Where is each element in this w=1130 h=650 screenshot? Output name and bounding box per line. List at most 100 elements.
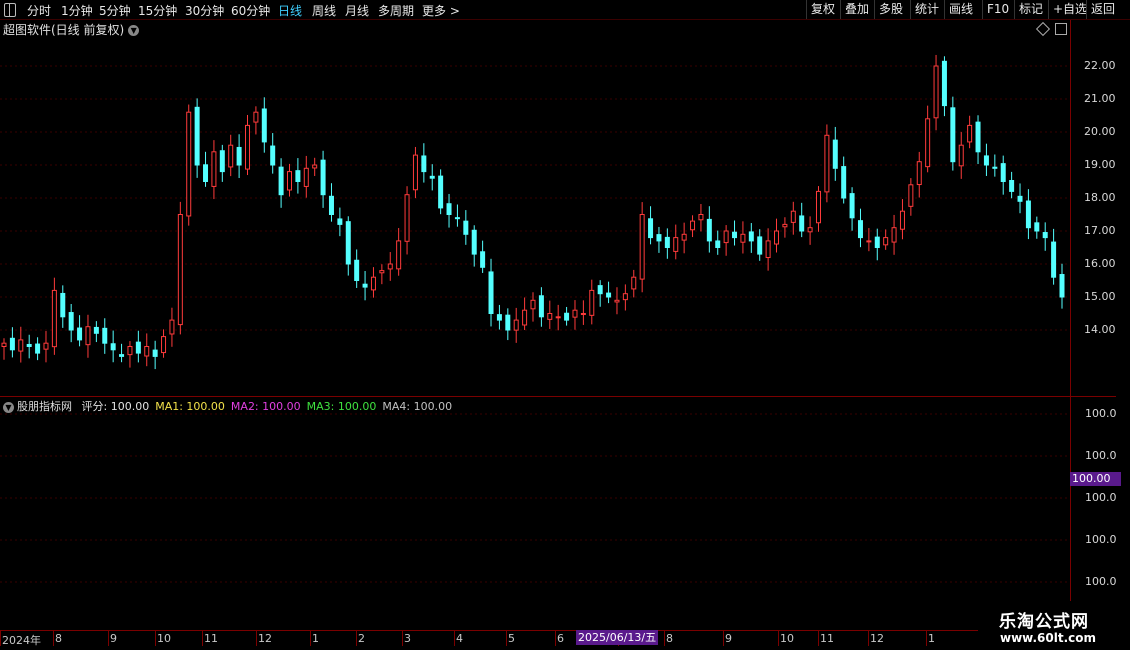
time-tick bbox=[53, 631, 54, 646]
indicator-panel[interactable] bbox=[0, 397, 1070, 630]
candle bbox=[941, 56, 947, 117]
price-tick-label: 18.00 bbox=[1084, 191, 1116, 204]
time-label: 12 bbox=[258, 632, 272, 645]
candle-body bbox=[303, 167, 309, 187]
candle bbox=[883, 229, 889, 250]
tab-30min[interactable]: 30分钟 bbox=[185, 2, 224, 19]
candle bbox=[362, 271, 368, 301]
candle bbox=[572, 300, 578, 330]
rights-adjust-button[interactable]: 复权 bbox=[806, 0, 839, 19]
candle-body bbox=[732, 231, 738, 239]
candle bbox=[983, 143, 989, 176]
time-axis: 2024年891011121234567891011121 bbox=[0, 630, 978, 647]
back-button[interactable]: 返回 bbox=[1086, 0, 1119, 19]
window-toggle-icon[interactable] bbox=[4, 3, 16, 17]
candle-body bbox=[438, 175, 444, 209]
mark-button[interactable]: 标记 bbox=[1014, 0, 1047, 19]
price-tick-label: 22.00 bbox=[1084, 59, 1116, 72]
multi-stock-button[interactable]: 多股 bbox=[874, 0, 907, 19]
candle bbox=[681, 222, 687, 254]
candle bbox=[370, 267, 376, 298]
candle-body bbox=[219, 150, 225, 173]
candle-body bbox=[866, 240, 872, 243]
candle bbox=[925, 105, 931, 173]
candle bbox=[328, 183, 334, 222]
candle-body bbox=[832, 139, 838, 169]
candle bbox=[622, 284, 628, 311]
candle bbox=[228, 134, 234, 177]
candle bbox=[253, 106, 259, 135]
candle-body bbox=[312, 164, 318, 169]
time-label: 11 bbox=[820, 632, 834, 645]
candle bbox=[51, 277, 57, 355]
candle-body bbox=[656, 234, 662, 242]
candle bbox=[278, 158, 284, 208]
candle bbox=[522, 297, 528, 331]
candle bbox=[648, 206, 654, 245]
candle bbox=[513, 307, 519, 343]
draw-line-button[interactable]: 画线 bbox=[944, 0, 977, 19]
f10-button[interactable]: F10 bbox=[982, 0, 1013, 19]
candle-body bbox=[538, 295, 544, 318]
candle bbox=[631, 269, 637, 298]
cursor-date-label: 2025/06/13/五 bbox=[576, 630, 659, 645]
candle-body bbox=[135, 341, 141, 354]
candle-body bbox=[597, 285, 603, 295]
candle bbox=[933, 54, 939, 131]
time-tick bbox=[555, 631, 556, 646]
candle-body bbox=[51, 289, 57, 348]
time-tick bbox=[202, 631, 203, 646]
time-label: 4 bbox=[456, 632, 463, 645]
price-tick-label: 17.00 bbox=[1084, 224, 1116, 237]
tab-60min[interactable]: 60分钟 bbox=[231, 2, 270, 19]
time-label: 10 bbox=[780, 632, 794, 645]
candle-body bbox=[950, 107, 956, 163]
candle bbox=[748, 223, 754, 253]
tab-weekly[interactable]: 周线 bbox=[312, 2, 336, 19]
candle bbox=[799, 202, 805, 238]
candle bbox=[547, 300, 553, 329]
candle bbox=[270, 133, 276, 174]
candle bbox=[43, 331, 49, 363]
tab-intraday[interactable]: 分时 bbox=[27, 2, 51, 19]
time-tick bbox=[506, 631, 507, 646]
tab-more[interactable]: 更多 > bbox=[422, 2, 460, 19]
candle-body bbox=[698, 214, 704, 221]
candle bbox=[463, 210, 469, 245]
indicator-tick-label: 100.0 bbox=[1085, 533, 1117, 546]
candle-body bbox=[320, 159, 326, 196]
candle-body bbox=[379, 270, 385, 274]
tab-15min[interactable]: 15分钟 bbox=[138, 2, 177, 19]
candle-body bbox=[790, 210, 796, 223]
time-tick bbox=[108, 631, 109, 646]
candle-body bbox=[983, 155, 989, 166]
candle bbox=[715, 230, 721, 255]
price-tick-label: 21.00 bbox=[1084, 92, 1116, 105]
candle-body bbox=[119, 354, 125, 357]
candle-body bbox=[916, 161, 922, 186]
tab-monthly[interactable]: 月线 bbox=[345, 2, 369, 19]
candlestick-chart[interactable] bbox=[0, 20, 1070, 396]
candle bbox=[723, 225, 729, 256]
tab-5min[interactable]: 5分钟 bbox=[99, 2, 131, 19]
add-watchlist-button[interactable]: +自选 bbox=[1048, 0, 1091, 19]
tab-daily[interactable]: 日线 bbox=[278, 2, 302, 19]
tab-1min[interactable]: 1分钟 bbox=[61, 2, 93, 19]
candle-body bbox=[555, 316, 561, 319]
candle bbox=[35, 337, 41, 361]
tab-multi-period[interactable]: 多周期 bbox=[378, 2, 414, 19]
candle bbox=[664, 228, 670, 259]
candle-body bbox=[1034, 222, 1040, 232]
candle bbox=[782, 217, 788, 238]
overlay-button[interactable]: 叠加 bbox=[840, 0, 873, 19]
candle bbox=[1017, 183, 1023, 214]
candle-body bbox=[177, 214, 183, 326]
candle bbox=[815, 186, 821, 232]
time-tick bbox=[356, 631, 357, 646]
candle-body bbox=[370, 276, 376, 291]
candle-body bbox=[748, 231, 754, 242]
period-toolbar: 分时 1分钟 5分钟 15分钟 30分钟 60分钟 日线 周线 月线 多周期 更… bbox=[0, 0, 1130, 20]
candle bbox=[337, 207, 343, 237]
time-label: 11 bbox=[204, 632, 218, 645]
statistics-button[interactable]: 统计 bbox=[910, 0, 943, 19]
